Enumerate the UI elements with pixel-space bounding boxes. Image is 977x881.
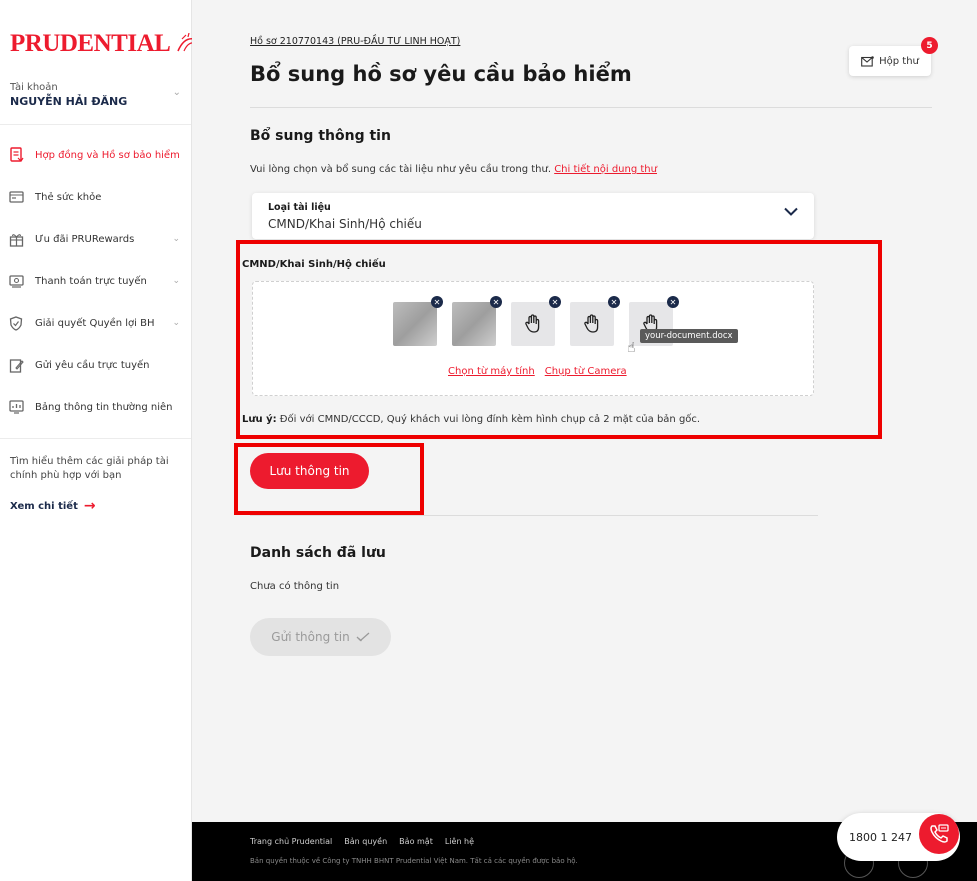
arrow-right-icon: → xyxy=(83,498,96,514)
divider xyxy=(0,124,191,125)
section-title-saved-list: Danh sách đã lưu xyxy=(250,545,386,561)
hand-file-icon xyxy=(584,314,599,333)
sidebar-item-label: Hợp đồng và Hồ sơ bảo hiểm xyxy=(35,149,180,161)
account-switcher[interactable]: Tài khoản NGUYỄN HẢI ĐĂNG ⌄ xyxy=(10,81,181,109)
note-text: Đối với CMND/CCCD, Quý khách vui lòng đí… xyxy=(279,414,701,425)
send-info-label: Gửi thông tin xyxy=(271,630,350,644)
report-icon xyxy=(8,399,24,415)
chevron-down-icon: ⌄ xyxy=(172,234,180,244)
mail-icon xyxy=(861,55,874,67)
remove-file-icon[interactable]: ✕ xyxy=(431,296,443,308)
empty-state-text: Chưa có thông tin xyxy=(250,581,340,592)
document-type-value: CMND/Khai Sinh/Hộ chiếu xyxy=(268,217,422,231)
remove-file-icon[interactable]: ✕ xyxy=(549,296,561,308)
shield-icon xyxy=(8,315,24,331)
note-label: Lưu ý: xyxy=(242,414,277,425)
sidebar-item-label: Gửi yêu cầu trực tuyến xyxy=(35,359,150,371)
sidebar-item-label: Bảng thông tin thường niên xyxy=(35,401,173,413)
capture-camera-link[interactable]: Chụp từ Camera xyxy=(545,366,627,377)
footer-copyright: Bản quyền thuộc về Công ty TNHH BHNT Pru… xyxy=(250,857,578,865)
chevron-down-icon: ⌄ xyxy=(172,87,181,98)
chevron-down-icon xyxy=(784,207,798,216)
sidebar-item-annual-report[interactable]: Bảng thông tin thường niên xyxy=(0,386,192,428)
promo-link[interactable]: Xem chi tiết → xyxy=(10,498,96,514)
uploaded-image-thumbnail[interactable]: ✕ xyxy=(393,296,443,346)
document-icon xyxy=(8,147,24,163)
hand-cursor-icon: ☝ xyxy=(627,340,636,356)
footer-links: Trang chủ Prudential Bản quyền Bảo mật L… xyxy=(250,837,474,846)
remove-file-icon[interactable]: ✕ xyxy=(490,296,502,308)
instruction-label: Vui lòng chọn và bổ sung các tài liệu nh… xyxy=(250,164,551,175)
uploaded-image-thumbnail[interactable]: ✕ xyxy=(452,296,502,346)
sidebar: PRUDENTIAL Tài khoản NGUYỄN HẢI ĐĂNG ⌄ H… xyxy=(0,0,206,881)
upload-section-label: CMND/Khai Sinh/Hộ chiếu xyxy=(242,259,386,270)
divider xyxy=(250,107,932,108)
checkmark-icon xyxy=(356,632,370,642)
footer-link-contact[interactable]: Liên hệ xyxy=(445,837,474,846)
uploaded-file-thumbnail[interactable]: ✕ xyxy=(570,296,620,346)
hand-file-icon xyxy=(525,314,540,333)
payment-icon xyxy=(8,273,24,289)
inbox-button[interactable]: Hộp thư xyxy=(849,46,931,76)
filename-tooltip: your-document.docx xyxy=(640,329,738,343)
footer-link-privacy[interactable]: Bảo mật xyxy=(399,837,433,846)
chevron-down-icon: ⌄ xyxy=(172,318,180,328)
card-icon xyxy=(8,189,24,205)
inbox-label: Hộp thư xyxy=(879,55,919,67)
sidebar-item-online-request[interactable]: Gửi yêu cầu trực tuyến xyxy=(0,344,192,386)
gift-icon xyxy=(8,231,24,247)
chevron-down-icon: ⌄ xyxy=(172,276,180,286)
account-name: NGUYỄN HẢI ĐĂNG xyxy=(10,95,128,108)
document-type-label: Loại tài liệu xyxy=(268,202,331,213)
promo-link-label: Xem chi tiết xyxy=(10,500,78,512)
logo-text: PRUDENTIAL xyxy=(10,30,171,57)
sidebar-item-online-payment[interactable]: Thanh toán trực tuyến ⌄ xyxy=(0,260,192,302)
remove-file-icon[interactable]: ✕ xyxy=(608,296,620,308)
sidebar-item-claims[interactable]: Giải quyết Quyền lợi BH ⌄ xyxy=(0,302,192,344)
phone-chat-icon[interactable] xyxy=(919,814,959,854)
breadcrumb[interactable]: Hồ sơ 210770143 (PRU-ĐẦU TƯ LINH HOẠT) xyxy=(250,36,460,47)
upload-note: Lưu ý: Đối với CMND/CCCD, Quý khách vui … xyxy=(242,414,700,425)
sidebar-item-label: Thẻ sức khỏe xyxy=(35,191,102,203)
uploaded-file-thumbnail[interactable]: ✕ xyxy=(511,296,561,346)
section-title-add-info: Bổ sung thông tin xyxy=(250,128,391,144)
edit-icon xyxy=(8,357,24,373)
hotline-number: 1800 1 247 xyxy=(849,830,912,844)
remove-file-icon[interactable]: ✕ xyxy=(667,296,679,308)
divider xyxy=(250,515,818,516)
main-content: Hồ sơ 210770143 (PRU-ĐẦU TƯ LINH HOẠT) B… xyxy=(192,0,977,822)
footer-link-copyright[interactable]: Bản quyền xyxy=(344,837,387,846)
promo-text: Tìm hiểu thêm các giải pháp tài chính ph… xyxy=(10,456,169,481)
prudential-logo[interactable]: PRUDENTIAL xyxy=(10,30,208,58)
send-info-button: Gửi thông tin xyxy=(250,618,391,656)
letter-details-link[interactable]: Chi tiết nội dung thư xyxy=(554,164,657,175)
sidebar-item-contracts[interactable]: Hợp đồng và Hồ sơ bảo hiểm xyxy=(0,134,192,176)
sidebar-item-health-card[interactable]: Thẻ sức khỏe xyxy=(0,176,192,218)
inbox-count-badge: 5 xyxy=(921,37,938,54)
sidebar-nav: Hợp đồng và Hồ sơ bảo hiểm Thẻ sức khỏe … xyxy=(0,134,192,428)
footer-link-home[interactable]: Trang chủ Prudential xyxy=(250,837,332,846)
upload-actions: Chọn từ máy tính Chụp từ Camera xyxy=(448,366,627,377)
instruction-text: Vui lòng chọn và bổ sung các tài liệu nh… xyxy=(250,164,657,175)
sidebar-item-prurewards[interactable]: Ưu đãi PRURewards ⌄ xyxy=(0,218,192,260)
sidebar-item-label: Ưu đãi PRURewards xyxy=(35,233,135,245)
choose-from-computer-link[interactable]: Chọn từ máy tính xyxy=(448,366,535,377)
sidebar-item-label: Giải quyết Quyền lợi BH xyxy=(35,317,155,329)
save-info-button[interactable]: Lưu thông tin xyxy=(250,453,369,489)
upload-dropzone[interactable]: ✕ ✕ ✕ ✕ ✕ your-document.docx ☝ Chọn từ m… xyxy=(252,281,814,396)
divider xyxy=(0,438,191,439)
sidebar-item-label: Thanh toán trực tuyến xyxy=(35,275,147,287)
document-type-select[interactable]: Loại tài liệu CMND/Khai Sinh/Hộ chiếu xyxy=(252,193,814,239)
page-title: Bổ sung hồ sơ yêu cầu bảo hiểm xyxy=(250,62,632,86)
account-label: Tài khoản xyxy=(10,82,58,93)
